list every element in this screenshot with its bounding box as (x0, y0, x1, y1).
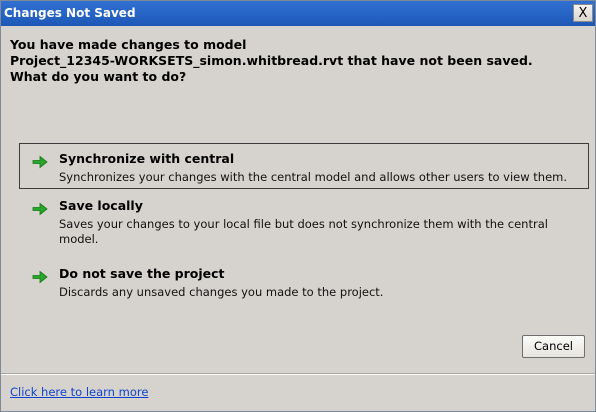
message-line-1: You have made changes to model (10, 37, 247, 52)
green-arrow-icon (32, 155, 48, 169)
option-title: Save locally (59, 198, 143, 213)
option-synchronize-with-central[interactable]: Synchronize with central Synchronizes yo… (19, 143, 589, 189)
option-description: Synchronizes your changes with the centr… (59, 170, 568, 184)
title-bar[interactable]: Changes Not Saved X (1, 1, 595, 26)
option-description: Saves your changes to your local file bu… (59, 217, 548, 246)
dialog-message: You have made changes to model Project_1… (10, 37, 580, 85)
message-line-3: What do you want to do? (10, 69, 187, 84)
footer-divider (1, 373, 595, 375)
option-title: Synchronize with central (59, 151, 235, 166)
changes-not-saved-dialog: Changes Not Saved X You have made change… (0, 0, 596, 412)
learn-more-link[interactable]: Click here to learn more (10, 385, 148, 399)
option-do-not-save[interactable]: Do not save the project Discards any uns… (19, 258, 589, 306)
option-list: Synchronize with central Synchronizes yo… (19, 143, 589, 306)
message-line-2: Project_12345-WORKSETS_simon.whitbread.r… (10, 53, 533, 68)
close-button[interactable]: X (573, 4, 593, 22)
close-icon: X (578, 6, 588, 21)
green-arrow-icon (32, 270, 48, 284)
cancel-button[interactable]: Cancel (522, 335, 585, 358)
option-save-locally[interactable]: Save locally Saves your changes to your … (19, 190, 589, 257)
option-description: Discards any unsaved changes you made to… (59, 285, 384, 299)
green-arrow-icon (32, 202, 48, 216)
dialog-title: Changes Not Saved (4, 6, 136, 20)
option-title: Do not save the project (59, 266, 225, 281)
